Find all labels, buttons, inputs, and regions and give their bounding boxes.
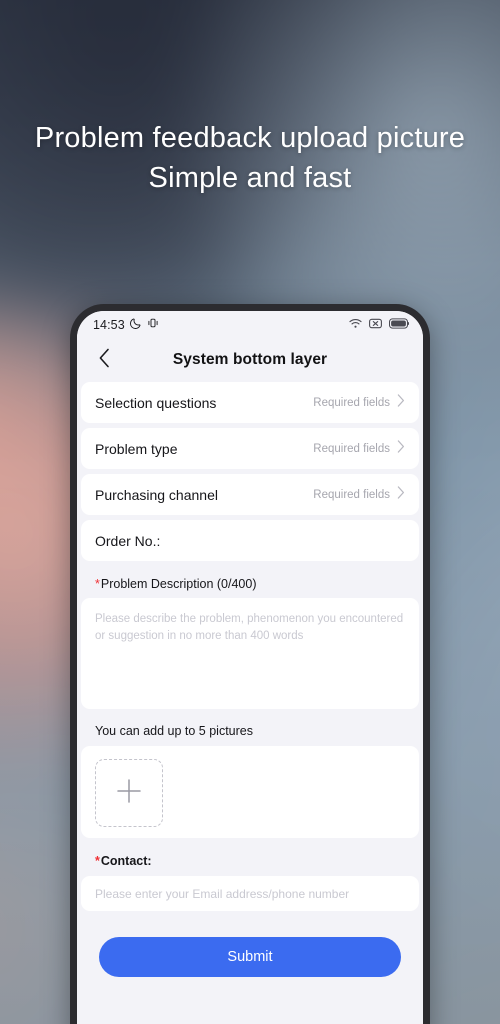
row-hint: Required fields [313,442,390,455]
headline-line-2: Simple and fast [148,162,352,194]
chevron-right-icon [397,439,405,458]
row-hint: Required fields [313,396,390,409]
row-label: Purchasing channel [95,486,218,503]
required-asterisk: * [95,577,100,591]
page-title: System bottom layer [172,351,328,368]
promo-headline: Problem feedback upload picture Simple a… [0,118,500,198]
row-selection-questions[interactable]: Selection questions Required fields [95,382,405,423]
problem-description-label-text: Problem Description (0/400) [100,577,257,591]
picture-limit-hint: You can add up to 5 pictures [95,724,253,738]
selection-questions-card[interactable]: Selection questions Required fields [81,382,419,423]
crescent-moon-icon [129,316,142,334]
row-right: Required fields [313,439,405,458]
phone-mockup-frame: 14:53 System bottom layer Selection ques… [70,304,430,1024]
status-bar: 14:53 [77,311,423,338]
chevron-right-icon [397,393,405,412]
vibrate-icon [147,316,159,334]
required-asterisk: * [95,854,100,868]
no-sim-icon [369,316,382,334]
row-right: Required fields [313,485,405,504]
wifi-icon [349,316,362,334]
status-bar-right [349,316,410,334]
contact-label-text: Contact: [100,854,152,868]
row-purchasing-channel[interactable]: Purchasing channel Required fields [95,474,405,515]
submit-button[interactable]: Submit [99,937,401,977]
problem-type-card[interactable]: Problem type Required fields [81,428,419,469]
row-hint: Required fields [313,488,390,501]
problem-description-label: *Problem Description (0/400) [77,566,423,598]
purchasing-channel-card[interactable]: Purchasing channel Required fields [81,474,419,515]
picture-upload-card [81,746,419,838]
app-title-bar: System bottom layer [77,338,423,382]
problem-description-input[interactable]: Please describe the problem, phenomenon … [95,611,405,644]
row-label: Problem type [95,440,178,457]
add-picture-button[interactable] [95,759,163,827]
back-button[interactable] [93,348,115,373]
status-bar-left: 14:53 [93,316,159,334]
form-content: Selection questions Required fields Prob… [77,382,423,977]
chevron-left-icon [98,348,111,373]
chevron-right-icon [397,485,405,504]
contact-input[interactable]: Please enter your Email address/phone nu… [95,887,349,901]
row-problem-type[interactable]: Problem type Required fields [95,428,405,469]
submit-area: Submit [77,911,423,977]
screenshot-root: Problem feedback upload picture Simple a… [0,0,500,1024]
battery-full-icon [388,316,410,334]
order-number-label: Order No.: [95,532,161,549]
contact-input-card[interactable]: Please enter your Email address/phone nu… [81,876,419,911]
row-right: Required fields [313,393,405,412]
row-order-number[interactable]: Order No.: [95,520,405,561]
headline-line-1: Problem feedback upload picture [34,122,466,154]
problem-description-card[interactable]: Please describe the problem, phenomenon … [81,598,419,709]
contact-label: *Contact: [77,838,423,876]
status-bar-clock: 14:53 [93,317,125,332]
order-number-card[interactable]: Order No.: [81,520,419,561]
phone-screen: 14:53 System bottom layer Selection ques… [77,311,423,1024]
row-label: Selection questions [95,394,217,411]
plus-icon [114,776,144,811]
